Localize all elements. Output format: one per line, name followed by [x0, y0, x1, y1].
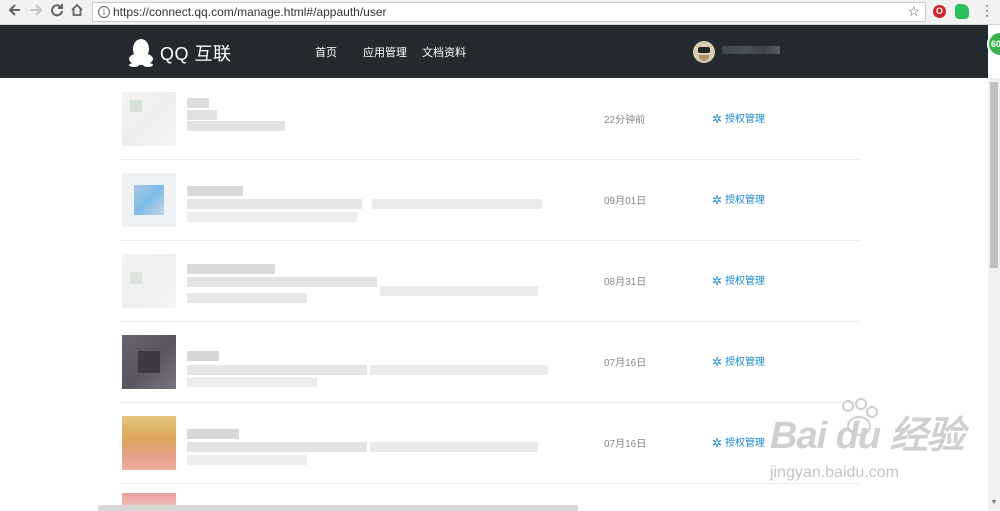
avatar-sunglasses: [698, 47, 710, 53]
app-desc-redacted: [370, 442, 538, 452]
bottom-edge-redacted: [98, 505, 578, 511]
site-logo-text[interactable]: QQ 互联: [160, 40, 232, 66]
nav-home[interactable]: 首页: [315, 44, 337, 60]
app-desc-redacted: [370, 365, 548, 375]
app-desc-redacted: [187, 365, 367, 375]
app-desc-redacted: [187, 377, 317, 387]
app-desc-redacted: [187, 293, 307, 303]
info-icon[interactable]: i: [98, 6, 110, 18]
home-icon: [71, 3, 83, 16]
gear-icon: ✲: [712, 193, 723, 207]
app-row: 08月31日 ✲ 授权管理: [120, 240, 860, 322]
auth-manage-label: 授权管理: [725, 114, 766, 125]
auth-manage-label: 授权管理: [725, 195, 766, 206]
gear-icon: ✲: [712, 112, 723, 126]
app-desc-redacted: [187, 455, 307, 465]
auth-manage-link[interactable]: ✲ 授权管理: [712, 434, 765, 450]
auth-manage-label: 授权管理: [725, 357, 766, 368]
app-icon-blurred: [122, 335, 176, 389]
app-desc-redacted: [380, 286, 538, 296]
evernote-extension-icon[interactable]: [955, 4, 969, 19]
auth-manage-link[interactable]: ✲ 授权管理: [712, 353, 765, 369]
app-desc-redacted: [372, 199, 542, 209]
auth-manage-link[interactable]: ✲ 授权管理: [712, 110, 765, 126]
auth-manage-link[interactable]: ✲ 授权管理: [712, 191, 765, 207]
gear-icon: ✲: [712, 274, 723, 288]
app-row: 09月01日 ✲ 授权管理: [120, 159, 860, 241]
app-icon-blurred: [122, 173, 176, 227]
watermark-url: jingyan.baidu.com: [770, 464, 899, 481]
qq-penguin-logo-icon[interactable]: [128, 37, 154, 67]
home-button[interactable]: [68, 3, 86, 21]
app-name-redacted: [187, 110, 217, 120]
app-desc-redacted: [187, 212, 357, 222]
avatar-chin: [699, 55, 709, 61]
address-bar[interactable]: i https://connect.qq.com/manage.html#/ap…: [92, 2, 926, 22]
app-name-redacted: [187, 429, 239, 439]
browser-menu-icon[interactable]: ⋮: [980, 2, 994, 19]
auth-manage-label: 授权管理: [725, 438, 766, 449]
app-name-redacted: [187, 98, 209, 108]
nav-docs[interactable]: 文档资料: [422, 44, 466, 60]
username-redacted[interactable]: [722, 46, 780, 54]
app-row: 07月16日 ✲ 授权管理: [120, 402, 860, 484]
arrow-right-icon: [31, 4, 43, 16]
arrow-left-icon: [8, 4, 20, 16]
scrollbar-thumb[interactable]: [990, 82, 998, 268]
app-name-redacted: [187, 186, 243, 196]
gear-icon: ✲: [712, 436, 723, 450]
app-desc-redacted: [187, 277, 377, 287]
reload-button[interactable]: [48, 3, 66, 21]
auth-date: 09月01日: [604, 196, 647, 207]
app-icon-blurred: [122, 254, 176, 308]
url-text[interactable]: https://connect.qq.com/manage.html#/appa…: [113, 5, 387, 19]
app-desc-redacted: [187, 199, 362, 209]
auth-date: 07月16日: [604, 358, 647, 369]
auth-date: 22分钟前: [604, 115, 646, 126]
app-name-redacted: [187, 351, 219, 361]
browser-toolbar: i https://connect.qq.com/manage.html#/ap…: [0, 0, 1000, 25]
app-icon-blurred: [122, 416, 176, 470]
gear-icon: ✲: [712, 355, 723, 369]
auth-manage-label: 授权管理: [725, 276, 766, 287]
app-row: 22分钟前 ✲ 授权管理: [120, 78, 860, 160]
paw-icon: [842, 398, 878, 436]
app-row: 07月16日 ✲ 授权管理: [120, 321, 860, 403]
reload-icon: [51, 4, 63, 17]
app-icon-blurred: [122, 92, 176, 146]
app-name-redacted: [187, 264, 275, 274]
bookmark-star-icon[interactable]: ☆: [907, 3, 920, 20]
forward-button[interactable]: [27, 3, 45, 21]
scroll-down-arrow-icon[interactable]: ▼: [990, 498, 998, 508]
auth-date: 08月31日: [604, 277, 647, 288]
back-button[interactable]: [6, 3, 24, 21]
app-desc-redacted: [187, 121, 285, 131]
app-desc-redacted: [187, 442, 367, 452]
notification-badge[interactable]: 60: [987, 31, 1000, 57]
baidu-jingyan-watermark: Bai du 经验 jingyan.baidu.com: [770, 398, 965, 481]
nav-app-management[interactable]: 应用管理: [363, 44, 407, 60]
auth-date: 07月16日: [604, 439, 647, 450]
user-avatar[interactable]: [693, 41, 715, 63]
opera-extension-icon[interactable]: O: [933, 5, 946, 18]
auth-manage-link[interactable]: ✲ 授权管理: [712, 272, 765, 288]
